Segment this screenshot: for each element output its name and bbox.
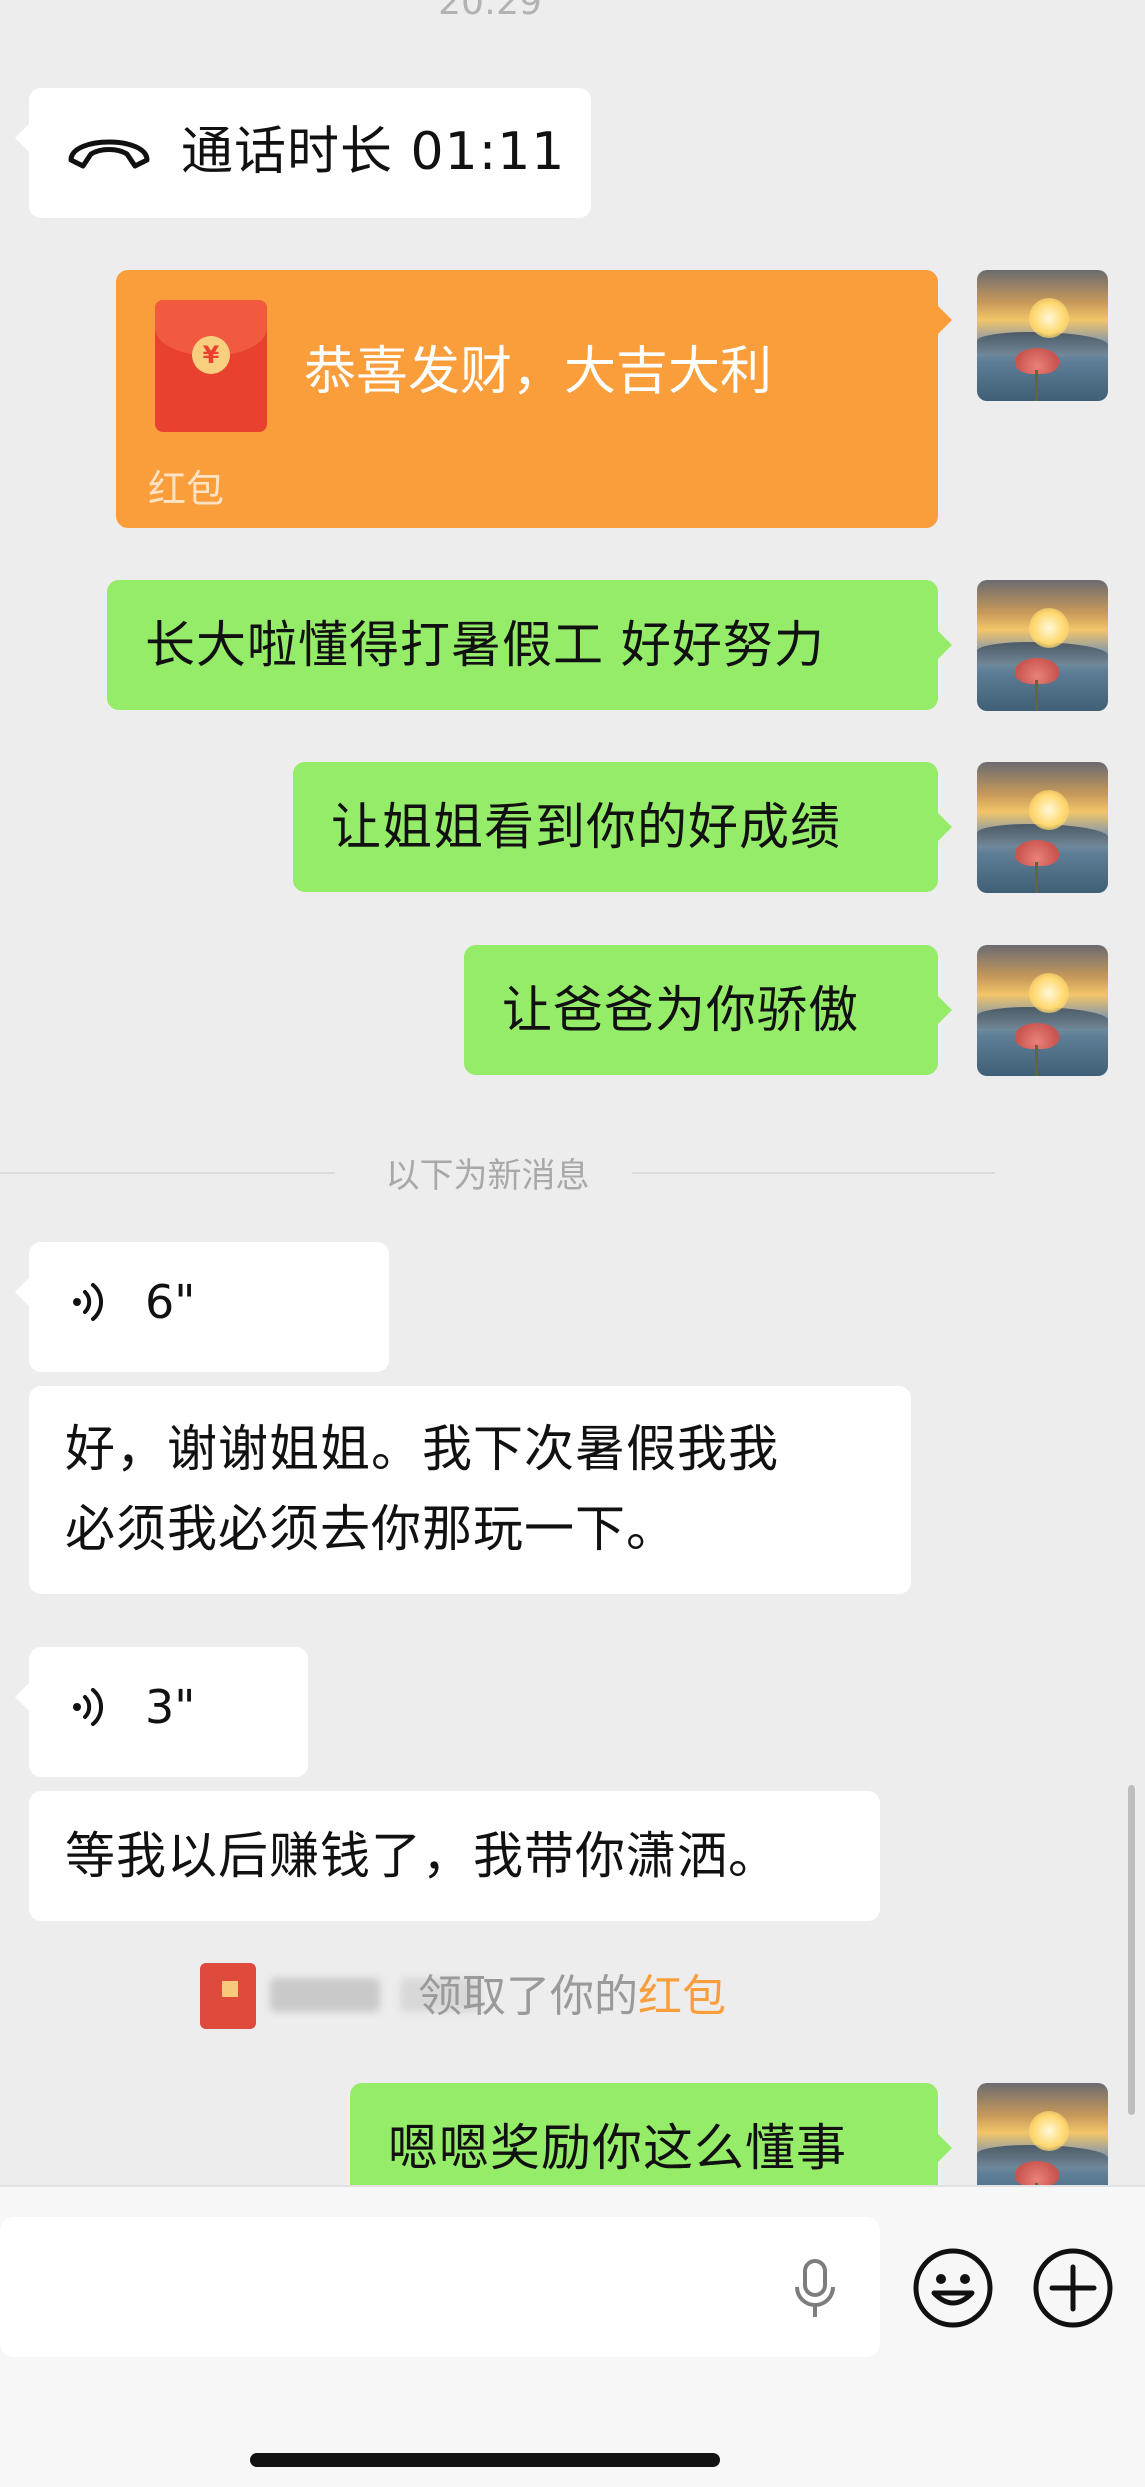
red-packet-greeting: 恭喜发财，大吉大利 bbox=[304, 342, 773, 402]
plus-icon[interactable] bbox=[1032, 2247, 1114, 2329]
input-bar bbox=[0, 2185, 1145, 2487]
red-packet-label: 红包 bbox=[148, 467, 225, 511]
voice-wave-icon bbox=[73, 1688, 104, 1726]
sent-message-text: 让爸爸为你骄傲 bbox=[502, 981, 859, 1039]
red-packet-notice-text: 领取了你的 bbox=[418, 1971, 638, 2022]
red-packet-bubble[interactable]: ¥ 恭喜发财，大吉大利 红包 bbox=[116, 270, 952, 528]
call-duration-text: 通话时长 01:11 bbox=[181, 122, 566, 182]
avatar[interactable] bbox=[977, 580, 1108, 711]
voice-duration: 6" bbox=[145, 1275, 196, 1329]
microphone-icon[interactable] bbox=[792, 2259, 838, 2319]
home-indicator bbox=[250, 2453, 720, 2467]
received-message-text: 等我以后赚钱了，我带你潇洒。 bbox=[65, 1827, 779, 1885]
blurred-name bbox=[270, 1978, 380, 2012]
sent-message-bubble[interactable]: 长大啦懂得打暑假工 好好努力 bbox=[107, 580, 952, 710]
phone-hangup-icon bbox=[68, 139, 150, 169]
avatar[interactable] bbox=[977, 945, 1108, 1076]
sent-message-text: 嗯嗯奖励你这么懂事 bbox=[388, 2119, 847, 2177]
message-input-container[interactable] bbox=[0, 2217, 880, 2357]
received-message-line: 好，谢谢姐姐。我下次暑假我我 bbox=[65, 1420, 779, 1478]
scrollbar[interactable] bbox=[1128, 1785, 1135, 2115]
sent-message-text: 让姐姐看到你的好成绩 bbox=[331, 798, 841, 856]
sent-message-bubble[interactable]: 让姐姐看到你的好成绩 bbox=[293, 762, 952, 892]
received-message-line: 必须我必须去你那玩一下。 bbox=[65, 1500, 677, 1558]
red-packet-link[interactable]: 红包 bbox=[638, 1971, 726, 2022]
sent-message-bubble[interactable]: 让爸爸为你骄傲 bbox=[464, 945, 952, 1075]
call-record-bubble[interactable]: 通话时长 01:11 bbox=[15, 88, 591, 218]
avatar[interactable] bbox=[977, 762, 1108, 893]
voice-message-bubble[interactable]: 6" bbox=[15, 1242, 389, 1372]
avatar[interactable] bbox=[977, 270, 1108, 401]
sent-message-text: 长大啦懂得打暑假工 好好努力 bbox=[145, 616, 825, 674]
received-message-bubble[interactable]: 等我以后赚钱了，我带你潇洒。 bbox=[29, 1791, 880, 1921]
voice-wave-icon bbox=[73, 1283, 104, 1321]
message-input[interactable] bbox=[20, 2247, 764, 2329]
divider-right bbox=[632, 1172, 995, 1174]
red-packet-icon: ¥ bbox=[155, 300, 267, 432]
timestamp: 20:29 bbox=[438, 0, 542, 23]
voice-message-bubble[interactable]: 3" bbox=[15, 1647, 308, 1777]
emoji-icon[interactable] bbox=[912, 2247, 994, 2329]
voice-duration: 3" bbox=[145, 1680, 196, 1734]
red-packet-notice: 领取了你的红包 bbox=[418, 1960, 726, 2024]
received-message-bubble[interactable]: 好，谢谢姐姐。我下次暑假我我 必须我必须去你那玩一下。 bbox=[29, 1386, 911, 1594]
red-packet-small-icon bbox=[200, 1963, 256, 2029]
